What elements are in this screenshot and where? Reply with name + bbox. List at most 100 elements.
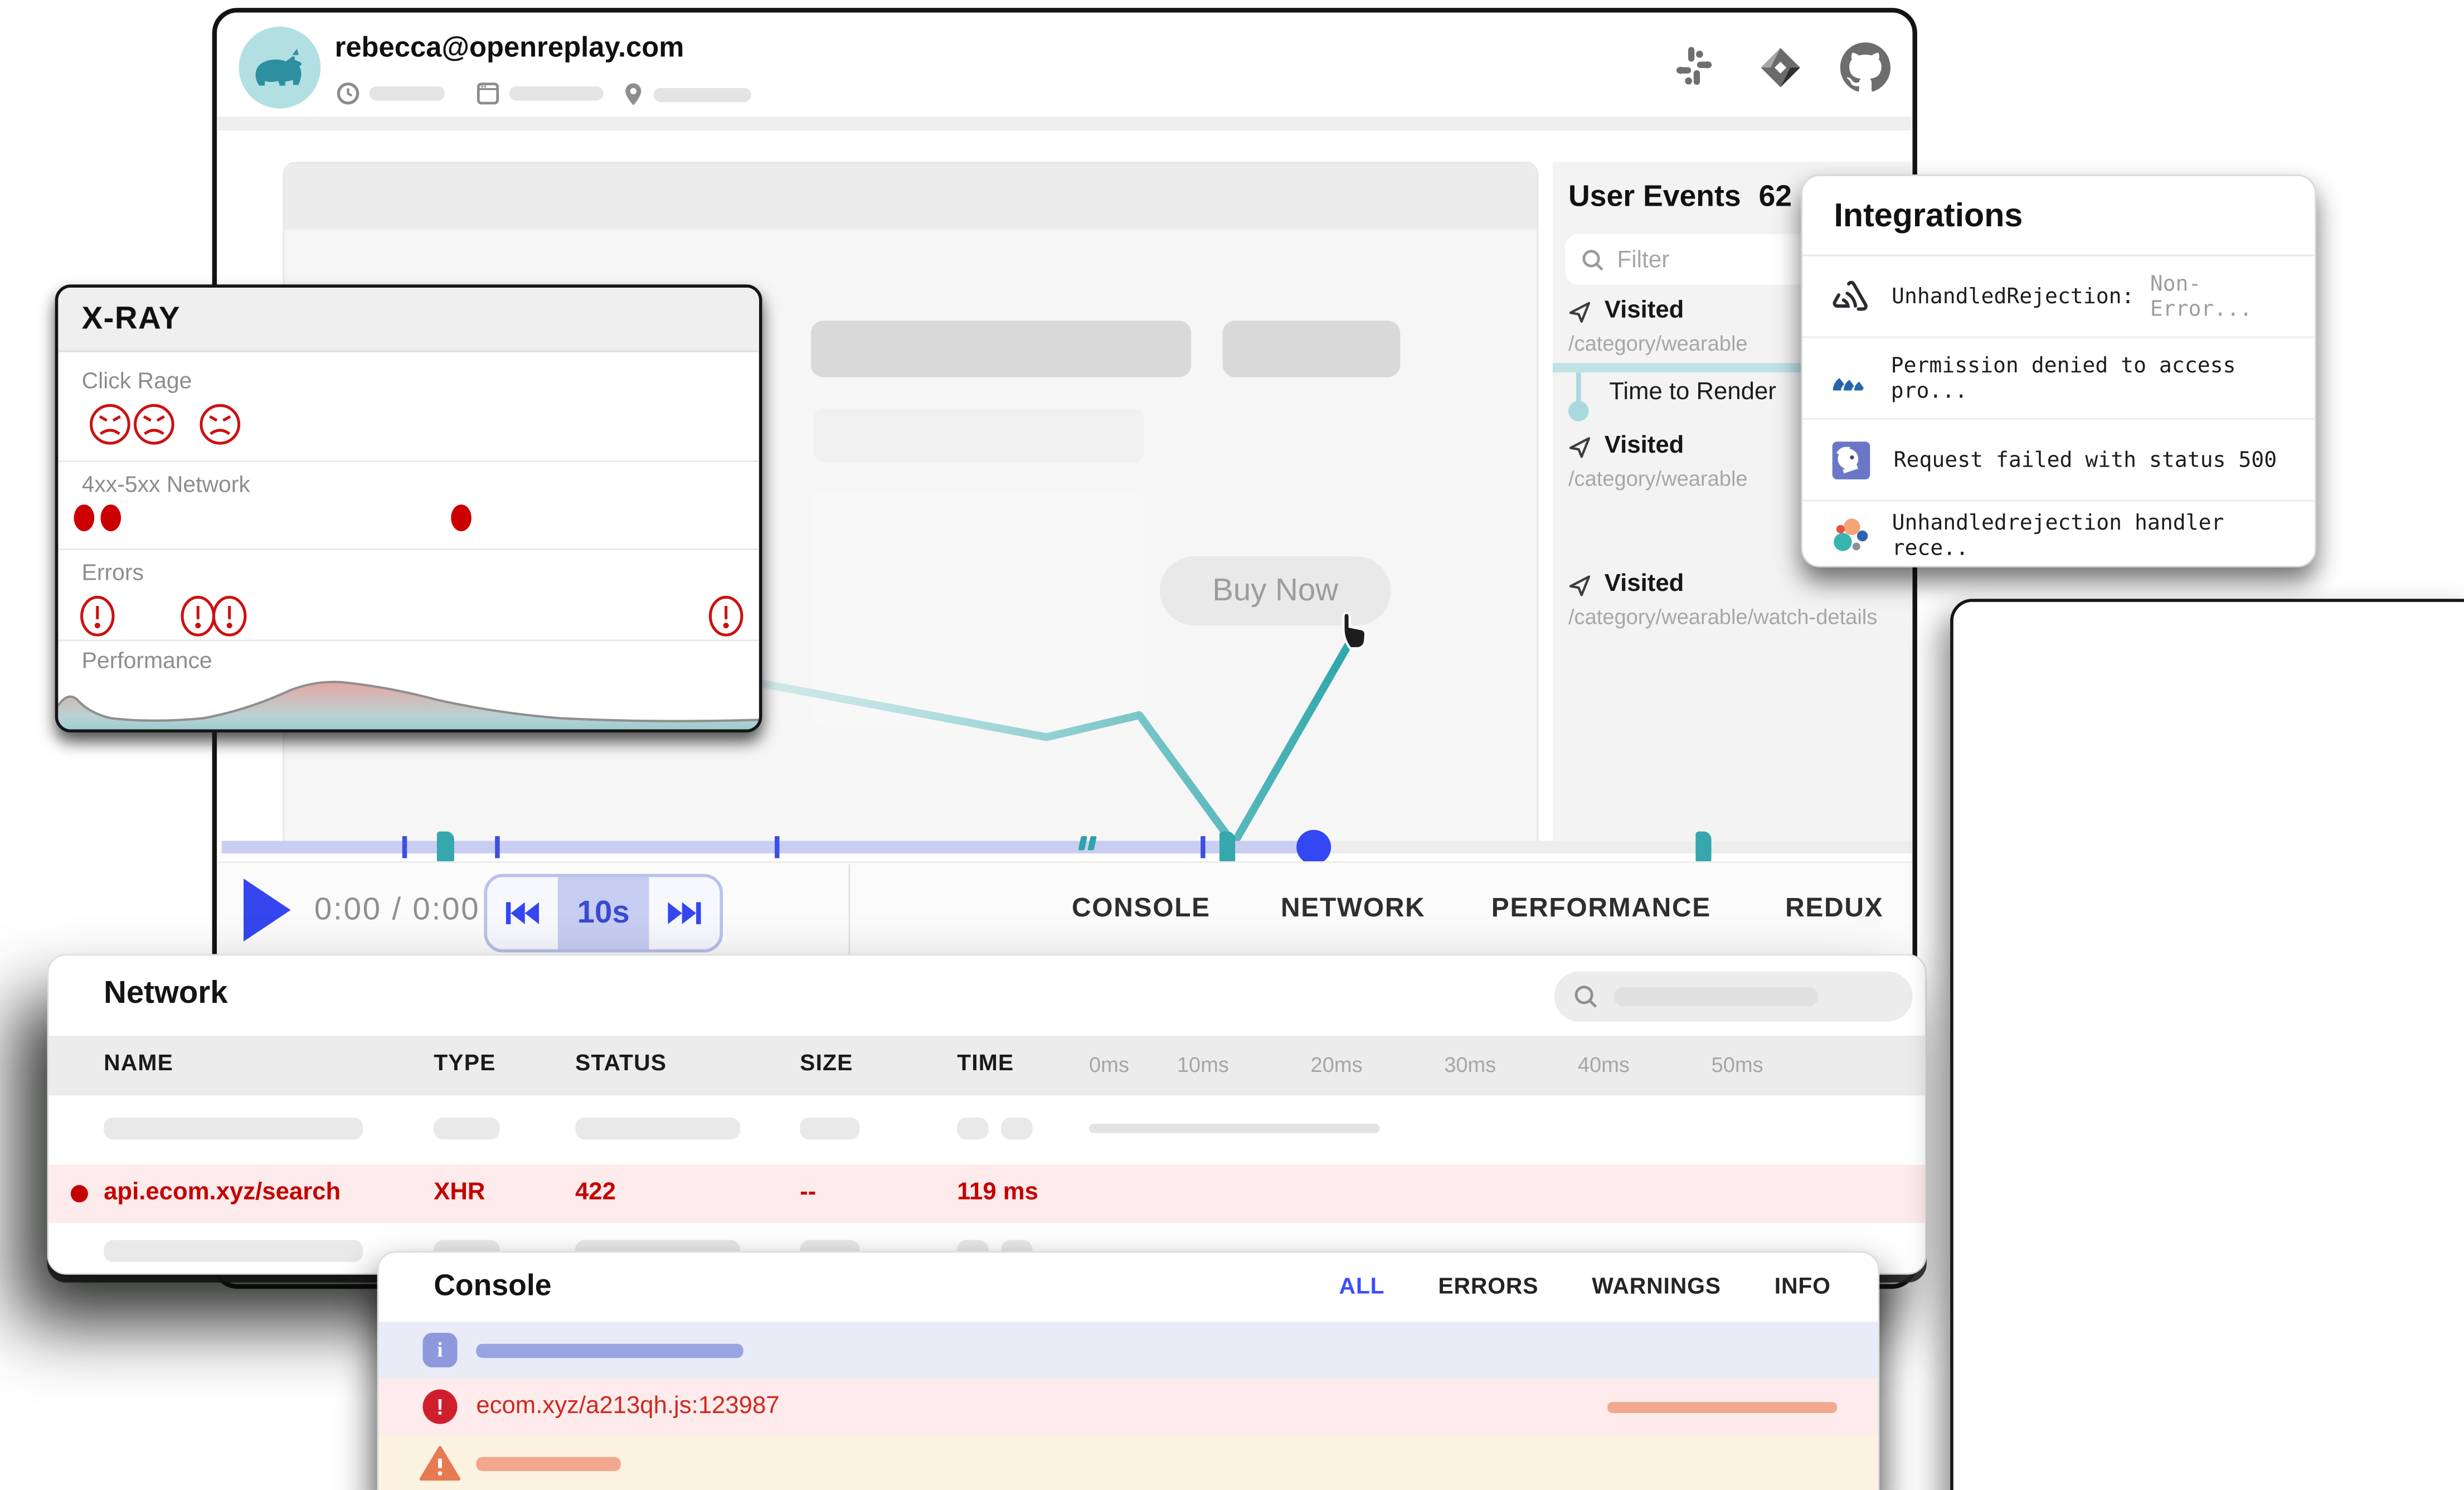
- network-error-dot: [100, 504, 121, 531]
- search-icon: [1573, 984, 1598, 1009]
- timeline-playhead[interactable]: [1296, 830, 1331, 865]
- user-events-title-text: User Events: [1568, 181, 1741, 213]
- session-meta-browser: [476, 82, 603, 105]
- integration-row-datadog[interactable]: Request failed with status 500: [1802, 420, 2316, 502]
- event-visited[interactable]: Visited: [1568, 432, 1684, 460]
- click-rage-markers: [71, 401, 762, 448]
- user-events-count: 62: [1758, 181, 1792, 213]
- tick-10ms: 10ms: [1177, 1053, 1229, 1076]
- console-tab-all[interactable]: ALL: [1339, 1275, 1384, 1300]
- error-skeleton-bar: [1607, 1402, 1837, 1413]
- network-search-input[interactable]: [1554, 972, 1913, 1022]
- tick-20ms: 20ms: [1311, 1053, 1363, 1076]
- event-time-to-render[interactable]: Time to Render: [1609, 379, 1776, 407]
- tab-console[interactable]: CONSOLE: [1072, 893, 1211, 924]
- session-user-email: rebecca@openreplay.com: [335, 31, 684, 64]
- tab-network[interactable]: NETWORK: [1281, 893, 1425, 924]
- timeline-event-tick[interactable]: [495, 836, 499, 858]
- sentry-icon: [1831, 278, 1870, 316]
- console-title: Console: [434, 1270, 551, 1304]
- cursor-hand-icon: [1336, 605, 1377, 653]
- timeline-remaining[interactable]: [1314, 841, 1917, 853]
- session-meta-duration: [336, 82, 445, 105]
- integration-row-elastic[interactable]: Unhandledrejection handler rece..: [1802, 501, 2316, 567]
- network-row-error[interactable]: api.ecom.xyz/search XHR 422 -- 119 ms: [48, 1164, 1926, 1222]
- slack-icon[interactable]: [1670, 44, 1718, 91]
- col-type[interactable]: TYPE: [434, 1051, 495, 1076]
- event-path: /category/wearable: [1568, 332, 1748, 355]
- datadog-icon: [1831, 439, 1872, 480]
- timeline-quote-marker[interactable]: [1080, 836, 1095, 850]
- info-skeleton-bar: [476, 1344, 743, 1358]
- controls-divider: [849, 865, 851, 956]
- play-button[interactable]: [244, 879, 291, 941]
- col-name[interactable]: NAME: [104, 1051, 173, 1076]
- location-pin-icon: [623, 82, 644, 107]
- timeline-note-marker[interactable]: [1695, 832, 1711, 863]
- timeline-event-tick[interactable]: [1201, 836, 1205, 858]
- xray-divider: [58, 640, 762, 642]
- network-errors-label: 4xx-5xx Network: [82, 473, 250, 498]
- integrations-title: Integrations: [1802, 176, 2315, 251]
- skip-control-group: 10s: [484, 874, 723, 953]
- event-visited[interactable]: Visited: [1568, 571, 1684, 599]
- console-tab-warnings[interactable]: WARNINGS: [1592, 1275, 1721, 1300]
- request-name: api.ecom.xyz/search: [104, 1179, 341, 1207]
- xray-panel: X-RAY Click Rage 4xx-5xx Network Errors …: [55, 284, 762, 732]
- skip-back-icon: [505, 899, 540, 928]
- timeline-event-tick[interactable]: [402, 836, 407, 858]
- request-size: --: [800, 1179, 816, 1207]
- integration-row-sentry[interactable]: UnhandledRejection: Non-Error...: [1802, 256, 2316, 338]
- xray-title: X-RAY: [58, 288, 759, 352]
- clock-icon: [336, 82, 359, 105]
- avatar: [239, 27, 321, 109]
- visited-icon: [1568, 299, 1592, 323]
- col-size[interactable]: SIZE: [800, 1051, 853, 1076]
- info-icon: i: [422, 1333, 457, 1367]
- browser-icon: [476, 82, 499, 105]
- performance-sparkline: [58, 667, 759, 731]
- request-type: XHR: [434, 1179, 485, 1207]
- network-error-dot: [451, 504, 472, 531]
- console-tabs: ALL ERRORS WARNINGS INFO: [1339, 1275, 1830, 1300]
- console-tab-errors[interactable]: ERRORS: [1438, 1275, 1538, 1300]
- xray-divider: [58, 460, 762, 462]
- skip-forward-button[interactable]: [649, 877, 720, 949]
- jira-icon[interactable]: [1757, 44, 1804, 91]
- console-row-info[interactable]: i: [379, 1322, 1880, 1380]
- timeline-played[interactable]: [222, 841, 1314, 853]
- xray-divider: [58, 549, 762, 550]
- skip-forward-icon: [667, 899, 702, 928]
- bugsnag-icon: [1831, 359, 1869, 397]
- rhino-icon: [239, 27, 321, 109]
- console-tab-info[interactable]: INFO: [1775, 1275, 1831, 1300]
- mock-skeleton-image: [813, 492, 1144, 728]
- timeline-note-marker[interactable]: [1219, 832, 1235, 863]
- event-visited[interactable]: Visited: [1568, 297, 1684, 326]
- console-panel: Console ALL ERRORS WARNINGS INFO i ! eco…: [377, 1251, 1880, 1490]
- timeline-event-tick[interactable]: [775, 836, 779, 858]
- search-icon: [1581, 247, 1605, 271]
- mock-skeleton-bar: [1223, 321, 1401, 377]
- request-time: 119 ms: [957, 1179, 1038, 1207]
- timeline-note-marker[interactable]: [437, 832, 454, 863]
- console-error-source: ecom.xyz/a213qh.js:123987: [476, 1392, 779, 1421]
- skip-back-button[interactable]: [487, 877, 557, 949]
- github-icon[interactable]: [1840, 42, 1890, 93]
- col-time[interactable]: TIME: [957, 1051, 1014, 1076]
- console-row-warning[interactable]: [379, 1435, 1880, 1490]
- visited-icon: [1568, 435, 1592, 458]
- error-markers: [67, 593, 759, 640]
- tab-performance[interactable]: PERFORMANCE: [1491, 893, 1711, 924]
- tick-40ms: 40ms: [1578, 1053, 1630, 1076]
- skip-interval-label[interactable]: 10s: [557, 877, 649, 949]
- col-status[interactable]: STATUS: [575, 1051, 667, 1076]
- network-panel: Network NAME TYPE STATUS SIZE TIME 0ms 1…: [47, 954, 1927, 1274]
- integrations-panel: Integrations UnhandledRejection: Non-Err…: [1801, 174, 2316, 567]
- integration-row-bugsnag[interactable]: Permission denied to access pro...: [1802, 338, 2316, 420]
- tab-redux[interactable]: REDUX: [1785, 893, 1883, 924]
- network-panel-title: Network: [104, 976, 227, 1012]
- visited-icon: [1568, 573, 1592, 596]
- warning-icon: [420, 1444, 460, 1482]
- console-row-error[interactable]: ! ecom.xyz/a213qh.js:123987: [379, 1379, 1880, 1436]
